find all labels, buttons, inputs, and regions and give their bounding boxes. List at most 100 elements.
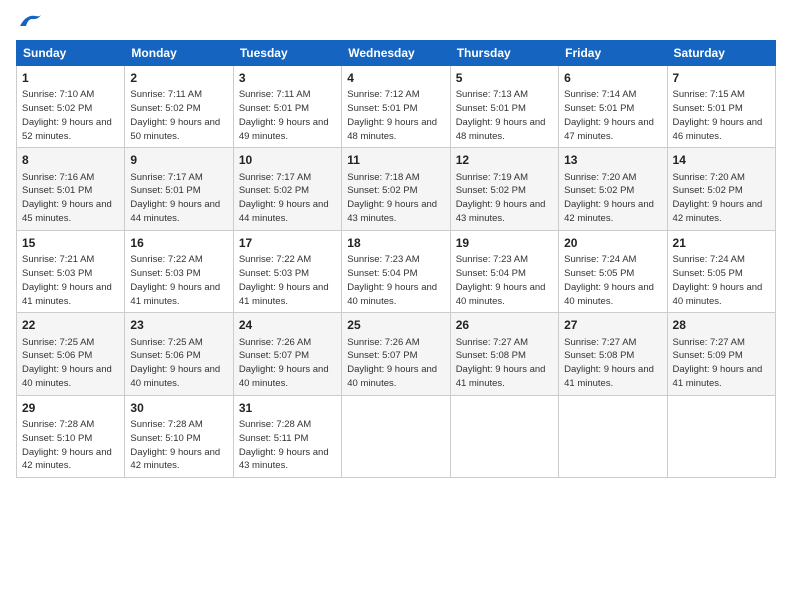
- calendar-body: 1Sunrise: 7:10 AMSunset: 5:02 PMDaylight…: [17, 66, 776, 478]
- sunrise-info: Sunrise: 7:21 AMSunset: 5:03 PMDaylight:…: [22, 254, 112, 306]
- day-number: 12: [456, 152, 553, 168]
- calendar-week-3: 15 Sunrise: 7:21 AMSunset: 5:03 PMDayligh…: [17, 230, 776, 312]
- calendar-cell: 11 Sunrise: 7:18 AMSunset: 5:02 PMDayligh…: [342, 148, 450, 230]
- sunrise-info: Sunrise: 7:26 AMSunset: 5:07 PMDaylight:…: [347, 337, 437, 389]
- sunrise-info: Sunrise: 7:23 AMSunset: 5:04 PMDaylight:…: [347, 254, 437, 306]
- day-number: 11: [347, 152, 444, 168]
- day-number: 23: [130, 317, 227, 333]
- day-number: 5: [456, 70, 553, 86]
- sunrise-info: Sunrise: 7:18 AMSunset: 5:02 PMDaylight:…: [347, 172, 437, 224]
- calendar-cell: [342, 395, 450, 477]
- calendar-cell: [559, 395, 667, 477]
- calendar-cell: 21 Sunrise: 7:24 AMSunset: 5:05 PMDayligh…: [667, 230, 775, 312]
- day-number: 16: [130, 235, 227, 251]
- calendar-cell: 17 Sunrise: 7:22 AMSunset: 5:03 PMDayligh…: [233, 230, 341, 312]
- day-number: 15: [22, 235, 119, 251]
- day-number: 29: [22, 400, 119, 416]
- sunrise-info: Sunrise: 7:22 AMSunset: 5:03 PMDaylight:…: [239, 254, 329, 306]
- day-number: 17: [239, 235, 336, 251]
- sunrise-info: Sunrise: 7:27 AMSunset: 5:09 PMDaylight:…: [673, 337, 763, 389]
- day-number: 4: [347, 70, 444, 86]
- sunrise-info: Sunrise: 7:26 AMSunset: 5:07 PMDaylight:…: [239, 337, 329, 389]
- sunrise-info: Sunrise: 7:10 AMSunset: 5:02 PMDaylight:…: [22, 89, 112, 141]
- calendar-cell: 24Sunrise: 7:26 AMSunset: 5:07 PMDayligh…: [233, 313, 341, 395]
- day-number: 13: [564, 152, 661, 168]
- sunrise-info: Sunrise: 7:25 AMSunset: 5:06 PMDaylight:…: [22, 337, 112, 389]
- day-number: 10: [239, 152, 336, 168]
- calendar-cell: 20 Sunrise: 7:24 AMSunset: 5:05 PMDayligh…: [559, 230, 667, 312]
- calendar-week-4: 22 Sunrise: 7:25 AMSunset: 5:06 PMDayligh…: [17, 313, 776, 395]
- calendar-cell: 30Sunrise: 7:28 AMSunset: 5:10 PMDayligh…: [125, 395, 233, 477]
- sunrise-info: Sunrise: 7:11 AMSunset: 5:01 PMDaylight:…: [239, 89, 329, 141]
- calendar-cell: 8 Sunrise: 7:16 AMSunset: 5:01 PMDaylight…: [17, 148, 125, 230]
- calendar-header: SundayMondayTuesdayWednesdayThursdayFrid…: [17, 41, 776, 66]
- day-number: 21: [673, 235, 770, 251]
- calendar-cell: 7 Sunrise: 7:15 AMSunset: 5:01 PMDaylight…: [667, 66, 775, 148]
- calendar-cell: 6 Sunrise: 7:14 AMSunset: 5:01 PMDaylight…: [559, 66, 667, 148]
- calendar-cell: 5 Sunrise: 7:13 AMSunset: 5:01 PMDaylight…: [450, 66, 558, 148]
- header-day-friday: Friday: [559, 41, 667, 66]
- sunrise-info: Sunrise: 7:25 AMSunset: 5:06 PMDaylight:…: [130, 337, 220, 389]
- sunrise-info: Sunrise: 7:15 AMSunset: 5:01 PMDaylight:…: [673, 89, 763, 141]
- sunrise-info: Sunrise: 7:14 AMSunset: 5:01 PMDaylight:…: [564, 89, 654, 141]
- calendar-cell: 25 Sunrise: 7:26 AMSunset: 5:07 PMDayligh…: [342, 313, 450, 395]
- sunrise-info: Sunrise: 7:24 AMSunset: 5:05 PMDaylight:…: [673, 254, 763, 306]
- sunrise-info: Sunrise: 7:23 AMSunset: 5:04 PMDaylight:…: [456, 254, 546, 306]
- day-number: 18: [347, 235, 444, 251]
- sunrise-info: Sunrise: 7:28 AMSunset: 5:11 PMDaylight:…: [239, 419, 329, 471]
- page-container: SundayMondayTuesdayWednesdayThursdayFrid…: [0, 0, 792, 486]
- sunrise-info: Sunrise: 7:19 AMSunset: 5:02 PMDaylight:…: [456, 172, 546, 224]
- day-number: 19: [456, 235, 553, 251]
- calendar-cell: 22 Sunrise: 7:25 AMSunset: 5:06 PMDayligh…: [17, 313, 125, 395]
- calendar-cell: 16Sunrise: 7:22 AMSunset: 5:03 PMDayligh…: [125, 230, 233, 312]
- header-day-monday: Monday: [125, 41, 233, 66]
- sunrise-info: Sunrise: 7:24 AMSunset: 5:05 PMDaylight:…: [564, 254, 654, 306]
- header-day-saturday: Saturday: [667, 41, 775, 66]
- sunrise-info: Sunrise: 7:20 AMSunset: 5:02 PMDaylight:…: [673, 172, 763, 224]
- calendar-cell: 27 Sunrise: 7:27 AMSunset: 5:08 PMDayligh…: [559, 313, 667, 395]
- calendar-cell: 31 Sunrise: 7:28 AMSunset: 5:11 PMDayligh…: [233, 395, 341, 477]
- day-number: 20: [564, 235, 661, 251]
- header-day-tuesday: Tuesday: [233, 41, 341, 66]
- calendar-cell: 1Sunrise: 7:10 AMSunset: 5:02 PMDaylight…: [17, 66, 125, 148]
- header: [16, 16, 776, 30]
- calendar-cell: 14 Sunrise: 7:20 AMSunset: 5:02 PMDayligh…: [667, 148, 775, 230]
- calendar-cell: 10Sunrise: 7:17 AMSunset: 5:02 PMDayligh…: [233, 148, 341, 230]
- calendar-week-1: 1Sunrise: 7:10 AMSunset: 5:02 PMDaylight…: [17, 66, 776, 148]
- day-number: 27: [564, 317, 661, 333]
- day-number: 9: [130, 152, 227, 168]
- header-day-thursday: Thursday: [450, 41, 558, 66]
- day-number: 30: [130, 400, 227, 416]
- day-number: 26: [456, 317, 553, 333]
- calendar-cell: 12 Sunrise: 7:19 AMSunset: 5:02 PMDayligh…: [450, 148, 558, 230]
- day-number: 8: [22, 152, 119, 168]
- logo-bird-icon: [18, 12, 44, 30]
- calendar-cell: 26Sunrise: 7:27 AMSunset: 5:08 PMDayligh…: [450, 313, 558, 395]
- day-number: 6: [564, 70, 661, 86]
- sunrise-info: Sunrise: 7:16 AMSunset: 5:01 PMDaylight:…: [22, 172, 112, 224]
- calendar-table: SundayMondayTuesdayWednesdayThursdayFrid…: [16, 40, 776, 478]
- header-row: SundayMondayTuesdayWednesdayThursdayFrid…: [17, 41, 776, 66]
- calendar-cell: 29 Sunrise: 7:28 AMSunset: 5:10 PMDayligh…: [17, 395, 125, 477]
- calendar-cell: [667, 395, 775, 477]
- calendar-cell: 28 Sunrise: 7:27 AMSunset: 5:09 PMDayligh…: [667, 313, 775, 395]
- logo: [16, 16, 44, 30]
- day-number: 25: [347, 317, 444, 333]
- calendar-cell: 3 Sunrise: 7:11 AMSunset: 5:01 PMDaylight…: [233, 66, 341, 148]
- calendar-cell: 2Sunrise: 7:11 AMSunset: 5:02 PMDaylight…: [125, 66, 233, 148]
- sunrise-info: Sunrise: 7:28 AMSunset: 5:10 PMDaylight:…: [22, 419, 112, 471]
- calendar-cell: 19 Sunrise: 7:23 AMSunset: 5:04 PMDayligh…: [450, 230, 558, 312]
- calendar-cell: 18 Sunrise: 7:23 AMSunset: 5:04 PMDayligh…: [342, 230, 450, 312]
- day-number: 7: [673, 70, 770, 86]
- calendar-cell: 15 Sunrise: 7:21 AMSunset: 5:03 PMDayligh…: [17, 230, 125, 312]
- day-number: 14: [673, 152, 770, 168]
- day-number: 28: [673, 317, 770, 333]
- day-number: 31: [239, 400, 336, 416]
- day-number: 3: [239, 70, 336, 86]
- header-day-wednesday: Wednesday: [342, 41, 450, 66]
- calendar-cell: 13Sunrise: 7:20 AMSunset: 5:02 PMDayligh…: [559, 148, 667, 230]
- sunrise-info: Sunrise: 7:27 AMSunset: 5:08 PMDaylight:…: [564, 337, 654, 389]
- header-day-sunday: Sunday: [17, 41, 125, 66]
- sunrise-info: Sunrise: 7:13 AMSunset: 5:01 PMDaylight:…: [456, 89, 546, 141]
- day-number: 22: [22, 317, 119, 333]
